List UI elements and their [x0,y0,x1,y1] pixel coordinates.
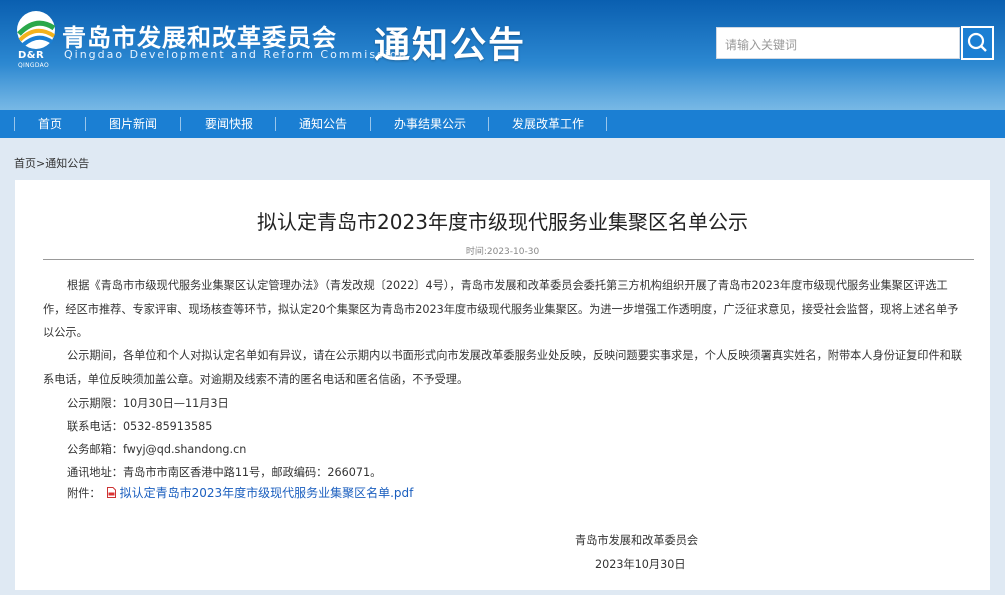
logo-abbreviation: D&R [18,50,45,61]
contact-email: 公务邮箱：fwyj@qd.shandong.cn [67,443,247,456]
attachment-link[interactable]: 拟认定青岛市2023年度市级现代服务业集聚区名单.pdf [120,486,414,500]
logo-subtitle: QINGDAO [18,62,49,69]
search-button[interactable] [961,26,994,60]
breadcrumb-home[interactable]: 首页 [14,157,36,170]
nav-separator [180,117,181,131]
nav-item-development-work[interactable]: 发展改革工作 [512,110,584,138]
nav-separator [488,117,489,131]
article-paragraph-1: 根据《青岛市市级现代服务业集聚区认定管理办法》（青发改规〔2022〕4号），青岛… [43,279,959,339]
org-name-en: Qingdao Development and Reform Commissio… [64,48,408,61]
search-input[interactable]: 请输入关键词 [716,27,960,59]
breadcrumb-separator: > [36,157,46,170]
article-panel: 拟认定青岛市2023年度市级现代服务业集聚区名单公示 时间:2023-10-30… [15,180,990,590]
site-header: D&R QINGDAO 青岛市发展和改革委员会 Qingdao Developm… [0,0,1005,110]
nav-separator [85,117,86,131]
contact-address: 通讯地址：青岛市市南区香港中路11号，邮政编码：266071。 [67,466,382,479]
publicity-period: 公示期限：10月30日—11月3日 [67,397,229,410]
nav-item-photo-news[interactable]: 图片新闻 [109,110,157,138]
pdf-icon [106,487,116,498]
article-title: 拟认定青岛市2023年度市级现代服务业集聚区名单公示 [257,210,748,234]
section-title: 通知公告 [374,25,527,66]
article-date: 时间:2023-10-30 [465,247,540,257]
sign-date: 2023年10月30日 [595,558,686,571]
search-icon [967,32,987,52]
main-nav: 首页 图片新闻 要闻快报 通知公告 办事结果公示 发展改革工作 [0,110,1005,138]
attachment-label: 附件： [67,487,101,500]
title-divider [43,259,974,260]
nav-separator [14,117,15,131]
nav-separator [275,117,276,131]
signer: 青岛市发展和改革委员会 [575,534,699,547]
contact-phone: 联系电话：0532-85913585 [67,420,213,433]
nav-separator [606,117,607,131]
logo-icon[interactable] [14,10,58,50]
header-wave-decoration [0,65,1005,110]
nav-item-results[interactable]: 办事结果公示 [394,110,466,138]
breadcrumb-current[interactable]: 通知公告 [45,157,89,170]
article-paragraph-2: 公示期间，各单位和个人对拟认定名单如有异议，请在公示期内以书面形式向市发展改革委… [43,349,963,386]
nav-item-notices[interactable]: 通知公告 [299,110,347,138]
nav-item-news-brief[interactable]: 要闻快报 [205,110,253,138]
attachment-row: 附件： 拟认定青岛市2023年度市级现代服务业集聚区名单.pdf [67,484,413,501]
breadcrumb: 首页>通知公告 [14,155,89,171]
nav-separator [370,117,371,131]
nav-item-home[interactable]: 首页 [38,110,62,138]
